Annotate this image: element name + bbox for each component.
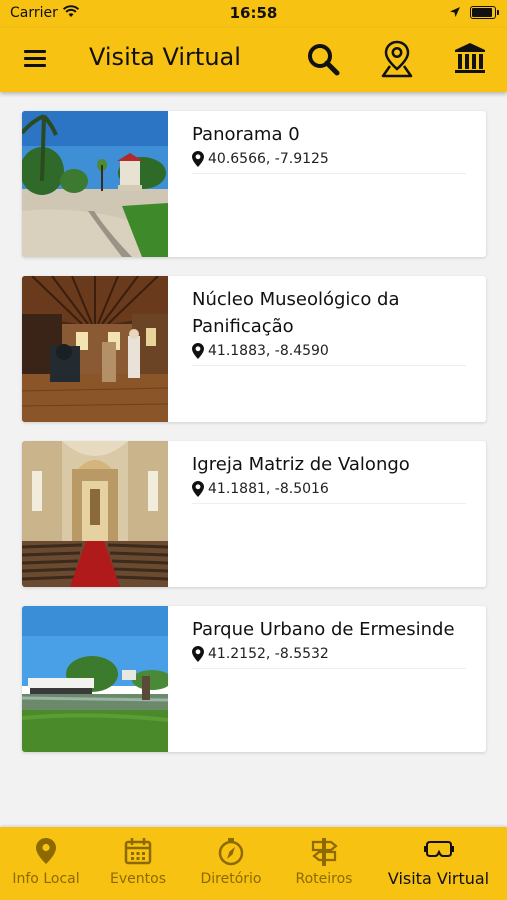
item-title: Igreja Matriz de Valongo: [192, 454, 410, 475]
nav-info-local[interactable]: Info Local: [0, 827, 92, 900]
list-item[interactable]: Parque Urbano de Ermesinde 41.2152, -8.5…: [22, 606, 486, 752]
item-title: Panorama 0: [192, 124, 300, 145]
map-pin-icon: [192, 151, 204, 167]
divider: [192, 173, 466, 174]
item-coords: 41.2152, -8.5532: [208, 646, 329, 662]
nav-visita-virtual[interactable]: Visita Virtual: [370, 827, 507, 900]
map-pin-icon: [192, 646, 204, 662]
calendar-icon: [124, 838, 152, 865]
panorama-thumbnail: [22, 111, 168, 257]
panorama-thumbnail: [22, 276, 168, 422]
nav-diretorio[interactable]: Diretório: [184, 827, 278, 900]
item-coords: 41.1883, -8.4590: [208, 343, 329, 359]
panorama-thumbnail: [22, 441, 168, 587]
page-title: Visita Virtual: [89, 43, 241, 71]
map-location-icon[interactable]: [381, 40, 413, 78]
item-coords: 40.6566, -7.9125: [208, 151, 329, 167]
item-coords-row: 41.1881, -8.5016: [192, 481, 329, 497]
status-bar: Carrier 16:58: [0, 0, 507, 28]
bottom-navigation: Info Local Eventos Diretório Roteiros Vi…: [0, 827, 507, 900]
divider: [192, 365, 466, 366]
vr-headset-icon: [423, 841, 454, 857]
battery-icon: [470, 6, 499, 19]
item-coords: 41.1881, -8.5016: [208, 481, 329, 497]
map-pin-icon: [36, 838, 56, 864]
nav-label: Info Local: [12, 871, 80, 887]
item-title: Parque Urbano de Ermesinde: [192, 619, 455, 640]
app-bar: Visita Virtual: [0, 28, 507, 92]
divider: [192, 668, 466, 669]
list-item[interactable]: Núcleo Museológico da Panificação 41.188…: [22, 276, 486, 422]
signpost-icon: [311, 838, 338, 866]
list-item[interactable]: Igreja Matriz de Valongo 41.1881, -8.501…: [22, 441, 486, 587]
menu-icon[interactable]: [24, 50, 46, 68]
item-title: Núcleo Museológico da Panificação: [192, 289, 400, 337]
search-icon[interactable]: [306, 42, 340, 76]
nav-eventos[interactable]: Eventos: [92, 827, 184, 900]
nav-label: Roteiros: [295, 871, 353, 887]
compass-icon: [218, 838, 244, 866]
item-coords-row: 41.2152, -8.5532: [192, 646, 329, 662]
nav-roteiros[interactable]: Roteiros: [278, 827, 370, 900]
item-coords-row: 41.1883, -8.4590: [192, 343, 329, 359]
nav-label: Diretório: [200, 871, 262, 887]
panorama-thumbnail: [22, 606, 168, 752]
status-time: 16:58: [229, 4, 278, 22]
nav-label: Eventos: [110, 871, 166, 887]
museum-icon[interactable]: [454, 42, 486, 76]
map-pin-icon: [192, 343, 204, 359]
divider: [192, 503, 466, 504]
location-arrow-icon: [450, 7, 460, 17]
map-pin-icon: [192, 481, 204, 497]
list-item[interactable]: Panorama 0 40.6566, -7.9125: [22, 111, 486, 257]
nav-label: Visita Virtual: [387, 869, 490, 888]
item-coords-row: 40.6566, -7.9125: [192, 151, 329, 167]
